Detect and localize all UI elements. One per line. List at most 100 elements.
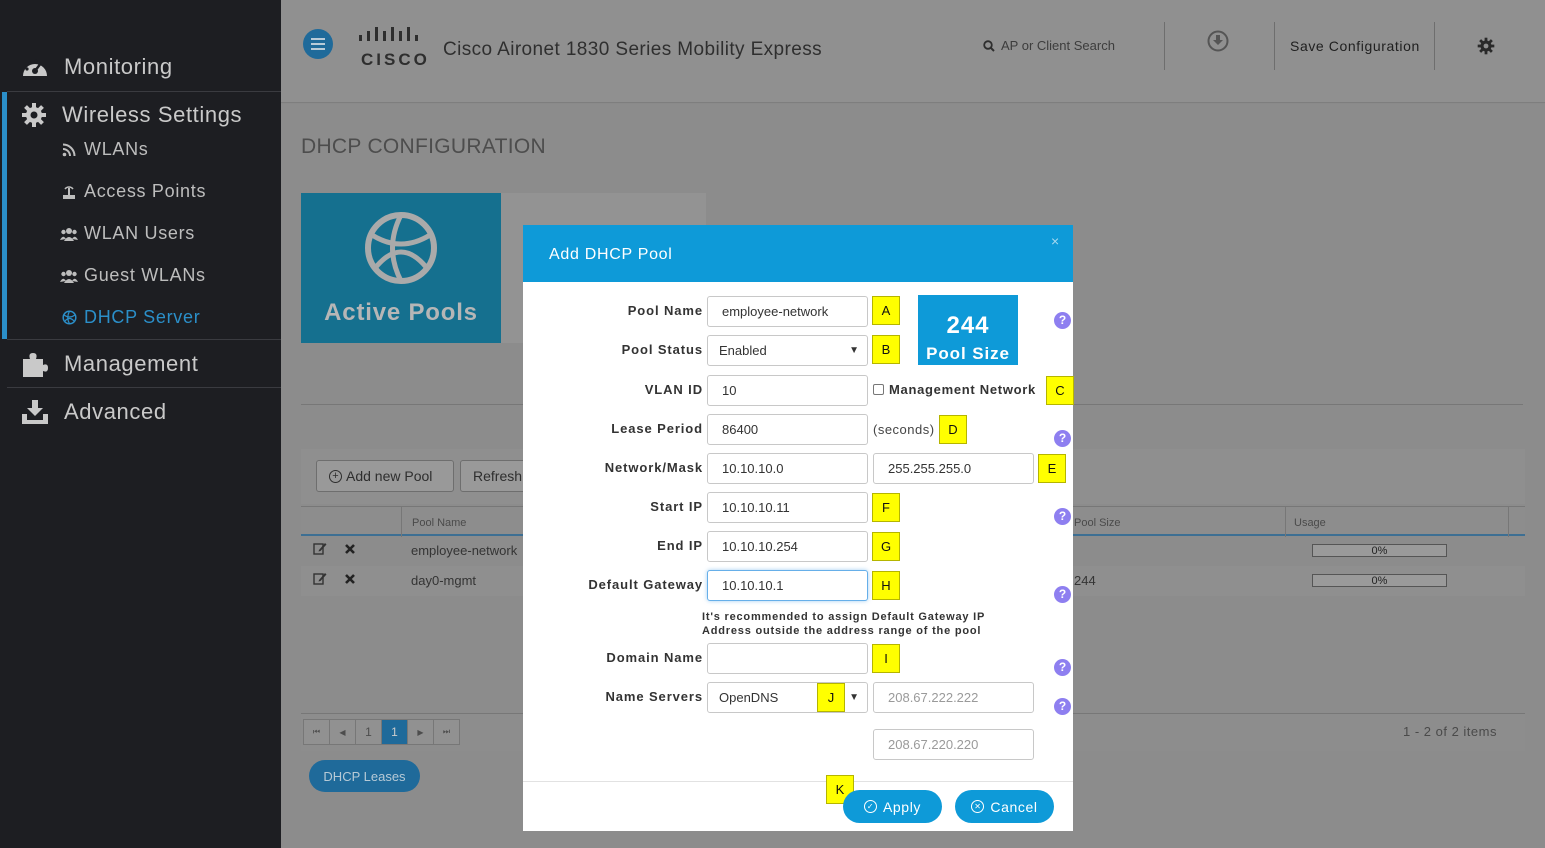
search-placeholder: AP or Client Search bbox=[1001, 38, 1115, 53]
dns-server-1-input[interactable] bbox=[873, 682, 1034, 713]
globe-icon bbox=[365, 212, 437, 284]
help-icon[interactable]: ? bbox=[1054, 698, 1071, 715]
help-icon[interactable]: ? bbox=[1054, 430, 1071, 447]
gear-icon bbox=[1477, 37, 1495, 55]
pool-size-cell: 244 bbox=[1074, 573, 1096, 588]
pool-size-value: 244 bbox=[946, 312, 990, 339]
domain-name-input[interactable] bbox=[707, 643, 868, 674]
chevron-down-icon: ▼ bbox=[849, 692, 859, 703]
help-icon[interactable]: ? bbox=[1054, 508, 1071, 525]
hamburger-menu-button[interactable] bbox=[303, 29, 333, 59]
start-ip-label: Start IP bbox=[650, 499, 703, 514]
download-circle-icon bbox=[1207, 30, 1229, 52]
mask-input[interactable] bbox=[873, 453, 1034, 484]
sidebar-item-label: Management bbox=[64, 351, 199, 376]
search-icon bbox=[983, 39, 995, 52]
help-icon[interactable]: ? bbox=[1054, 659, 1071, 676]
header-divider bbox=[1434, 22, 1435, 70]
lease-period-input[interactable] bbox=[707, 414, 868, 445]
sidebar-divider bbox=[7, 387, 281, 388]
last-page-button[interactable]: ⏭ bbox=[433, 719, 460, 745]
edit-icon[interactable] bbox=[313, 566, 327, 596]
column-header-pool-name[interactable]: Pool Name bbox=[412, 507, 466, 537]
client-search[interactable]: AP or Client Search bbox=[983, 38, 1115, 53]
add-pool-label: Add new Pool bbox=[346, 468, 433, 484]
grid-column-divider bbox=[1508, 507, 1509, 537]
close-icon[interactable]: × bbox=[1051, 233, 1059, 249]
sidebar-divider bbox=[7, 91, 281, 92]
active-pools-tile[interactable]: Active Pools bbox=[301, 193, 501, 343]
network-input[interactable] bbox=[707, 453, 868, 484]
items-count: 1 - 2 of 2 items bbox=[1403, 724, 1497, 739]
column-header-pool-size[interactable]: Pool Size bbox=[1074, 507, 1120, 537]
globe-icon bbox=[60, 309, 78, 327]
cancel-button[interactable]: ✕ Cancel bbox=[955, 790, 1054, 823]
page-title: DHCP CONFIGURATION bbox=[301, 135, 546, 158]
sidebar-item-advanced[interactable]: Advanced bbox=[20, 397, 167, 427]
default-gateway-input[interactable] bbox=[707, 570, 868, 601]
note-line: It's recommended to assign Default Gatew… bbox=[702, 611, 986, 623]
gear-icon bbox=[20, 100, 48, 130]
name-servers-value: OpenDNS bbox=[719, 690, 779, 705]
download-button[interactable] bbox=[1207, 30, 1229, 52]
delete-icon[interactable] bbox=[344, 566, 356, 596]
end-ip-input[interactable] bbox=[707, 531, 868, 562]
sidebar-item-access-points[interactable]: Access Points bbox=[60, 181, 206, 202]
sidebar-item-wlans[interactable]: WLANs bbox=[60, 139, 149, 160]
sidebar-item-wlan-users[interactable]: WLAN Users bbox=[60, 223, 195, 244]
vlan-id-input[interactable] bbox=[707, 375, 868, 406]
save-configuration-button[interactable]: Save Configuration bbox=[1290, 38, 1420, 54]
sidebar-item-dhcp-server[interactable]: DHCP Server bbox=[60, 307, 200, 328]
sidebar: Monitoring Wireless Settings WLANs Acces… bbox=[0, 0, 281, 848]
chevron-down-icon: ▼ bbox=[849, 345, 859, 356]
prev-page-button[interactable]: ◀ bbox=[329, 719, 356, 745]
modal-header: Add DHCP Pool × bbox=[523, 225, 1073, 282]
cisco-logo: CISCO bbox=[355, 26, 427, 69]
start-ip-input[interactable] bbox=[707, 492, 868, 523]
lease-period-label: Lease Period bbox=[611, 421, 703, 436]
column-header-usage[interactable]: Usage bbox=[1294, 507, 1326, 537]
apply-button[interactable]: ✓ Apply bbox=[843, 790, 942, 823]
sidebar-item-wireless-settings[interactable]: Wireless Settings bbox=[20, 100, 242, 130]
sidebar-item-label: Monitoring bbox=[64, 54, 173, 79]
sidebar-item-label: DHCP Server bbox=[84, 307, 201, 327]
end-ip-label: End IP bbox=[657, 538, 703, 553]
current-page-button[interactable]: 1 bbox=[381, 719, 408, 745]
edit-icon[interactable] bbox=[313, 536, 327, 566]
sidebar-item-label: Wireless Settings bbox=[62, 102, 243, 127]
default-gateway-label: Default Gateway bbox=[588, 577, 703, 592]
first-page-button[interactable]: ⏮ bbox=[303, 719, 330, 745]
callout-g: G bbox=[872, 532, 900, 561]
users-icon bbox=[60, 267, 78, 285]
sidebar-item-monitoring[interactable]: Monitoring bbox=[20, 52, 173, 82]
dashboard-icon bbox=[20, 52, 50, 82]
sidebar-item-label: Advanced bbox=[64, 399, 167, 424]
page-number-button[interactable]: 1 bbox=[355, 719, 382, 745]
pool-size-label: Pool Size bbox=[926, 344, 1010, 363]
next-page-button[interactable]: ▶ bbox=[407, 719, 434, 745]
pool-name-input[interactable] bbox=[707, 296, 868, 327]
delete-icon[interactable] bbox=[344, 536, 356, 566]
dhcp-leases-button[interactable]: DHCP Leases bbox=[309, 760, 420, 792]
sidebar-item-label: WLANs bbox=[84, 139, 149, 159]
usage-progress-bar: 0% bbox=[1312, 544, 1447, 557]
help-icon[interactable]: ? bbox=[1054, 586, 1071, 603]
settings-button[interactable] bbox=[1477, 37, 1495, 55]
pool-status-select[interactable]: Enabled ▼ bbox=[707, 335, 868, 366]
add-new-pool-button[interactable]: + Add new Pool bbox=[316, 460, 454, 492]
refresh-button[interactable]: Refresh bbox=[460, 460, 530, 492]
sidebar-item-label: Guest WLANs bbox=[84, 265, 206, 285]
grid-column-divider bbox=[1285, 507, 1286, 537]
sidebar-item-label: WLAN Users bbox=[84, 223, 196, 243]
sidebar-item-label: Access Points bbox=[84, 181, 207, 201]
callout-h: H bbox=[872, 571, 900, 600]
callout-i: I bbox=[872, 644, 900, 673]
dns-server-2-input[interactable] bbox=[873, 729, 1034, 760]
sidebar-item-management[interactable]: Management bbox=[20, 349, 198, 379]
users-icon bbox=[60, 225, 78, 243]
sidebar-item-guest-wlans[interactable]: Guest WLANs bbox=[60, 265, 206, 286]
management-network-checkbox[interactable]: Management Network bbox=[873, 382, 1036, 397]
help-icon[interactable]: ? bbox=[1054, 312, 1071, 329]
pool-name-label: Pool Name bbox=[627, 303, 703, 318]
top-header: CISCO Cisco Aironet 1830 Series Mobility… bbox=[281, 0, 1545, 103]
